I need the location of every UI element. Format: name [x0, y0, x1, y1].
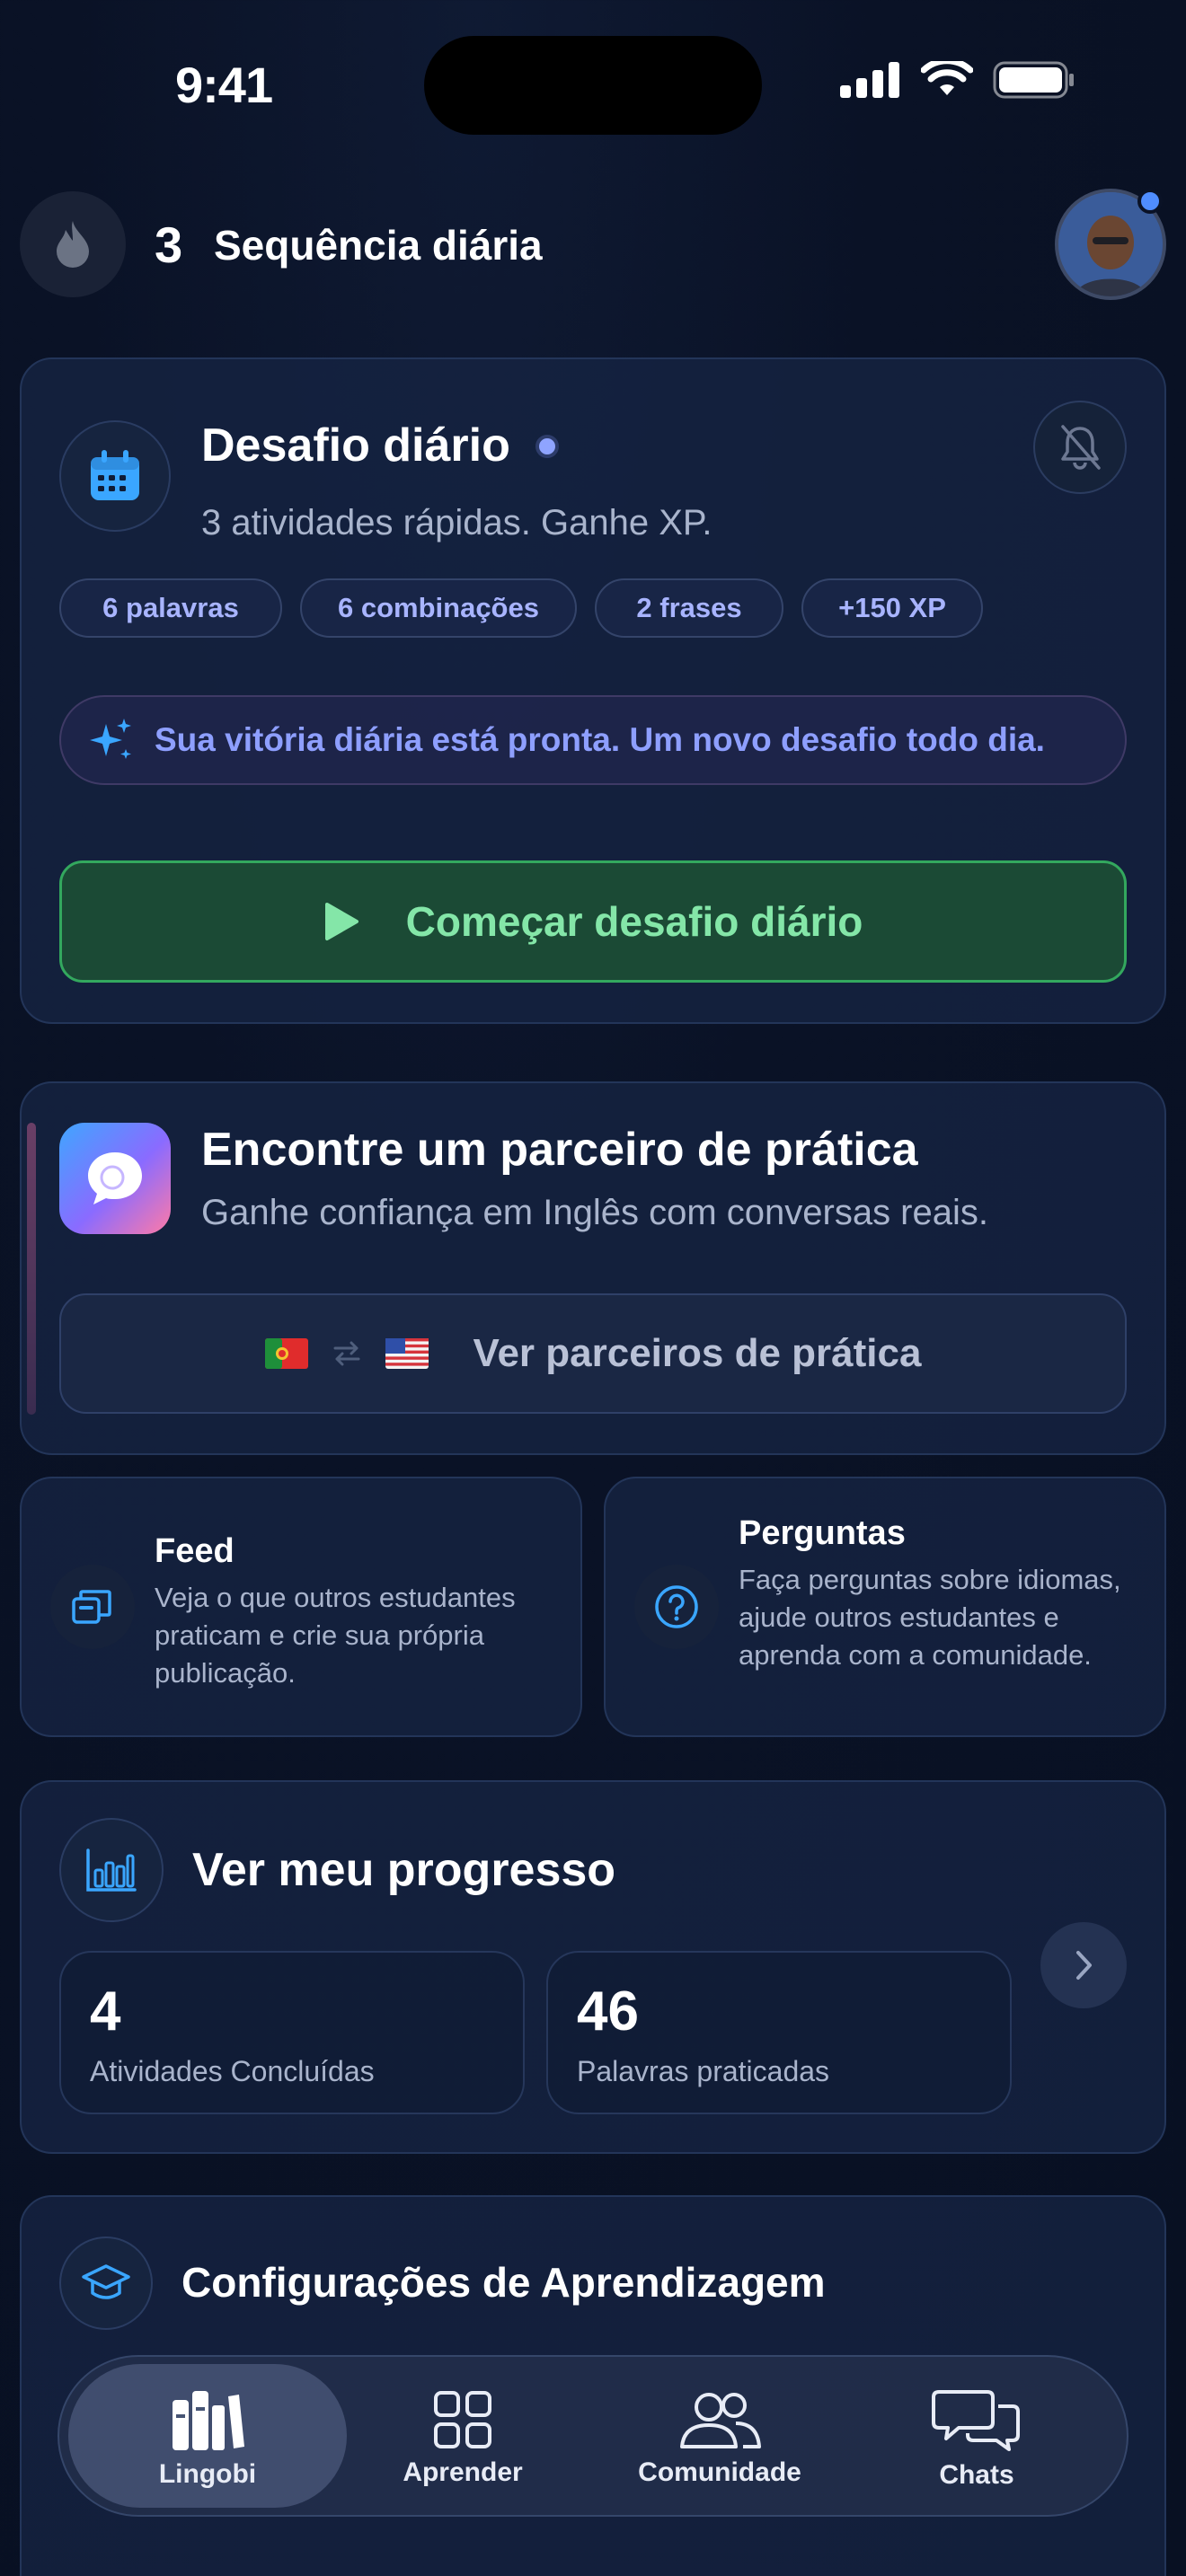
- tab-lingobi-label: Lingobi: [158, 2459, 257, 2489]
- wifi-icon: [921, 61, 973, 95]
- us-flag-icon: [385, 1338, 429, 1369]
- stat-activities-value: 4: [90, 1981, 121, 2042]
- bar-chart-icon: [86, 1848, 137, 1892]
- progress-icon-badge: [59, 1818, 164, 1922]
- chat-bubbles-icon: [932, 2390, 1020, 2451]
- notification-dot: [1137, 189, 1163, 214]
- practice-partner-title: Encontre um parceiro de prática: [201, 1124, 918, 1176]
- bell-off-icon: [1061, 425, 1101, 470]
- tab-chats-label: Chats: [939, 2460, 1014, 2490]
- swap-arrows-icon: [333, 1341, 360, 1366]
- feed-description: Veja o que outros estudantes praticam e …: [155, 1582, 516, 1689]
- streak-button[interactable]: [20, 191, 126, 297]
- speech-bubble-icon: [88, 1152, 142, 1204]
- stacked-cards-icon: [72, 1590, 111, 1624]
- challenge-pills: 6 palavras 6 combinações 2 frases +150 X…: [59, 578, 983, 638]
- library-icon: [173, 2391, 244, 2450]
- tab-aprender-label: Aprender: [403, 2457, 523, 2487]
- pill-words: 6 palavras: [59, 578, 282, 638]
- calendar-icon: [91, 450, 139, 500]
- pill-phrases: 2 frases: [595, 578, 783, 638]
- feed-icon-badge: [50, 1565, 135, 1649]
- status-dot: [535, 435, 559, 458]
- progress-title: Ver meu progresso: [192, 1844, 616, 1896]
- stat-words-value: 46: [577, 1981, 639, 2042]
- graduation-cap-icon: [82, 2264, 130, 2299]
- tab-comunidade[interactable]: Comunidade: [598, 2371, 841, 2506]
- learning-settings-title: Configurações de Aprendizagem: [181, 2259, 826, 2306]
- stat-words: 46 Palavras praticadas: [546, 1951, 1012, 2114]
- status-icons: [840, 61, 1075, 99]
- feed-title: Feed: [155, 1532, 235, 1570]
- portugal-flag-icon: [264, 1338, 308, 1369]
- progress-next-button[interactable]: [1040, 1922, 1127, 2008]
- view-partners-button[interactable]: Ver parceiros de prática: [59, 1293, 1127, 1414]
- daily-challenge-title: Desafio diário: [201, 419, 510, 472]
- settings-icon-badge: [59, 2236, 153, 2330]
- stat-activities: 4 Atividades Concluídas: [59, 1951, 525, 2114]
- streak-count: 3: [155, 216, 183, 273]
- practice-partner-subtitle: Ganhe confiança em Inglês com conversas …: [201, 1193, 988, 1232]
- daily-challenge-subtitle: 3 atividades rápidas. Ganhe XP.: [201, 503, 712, 543]
- tab-comunidade-label: Comunidade: [638, 2457, 801, 2487]
- start-daily-challenge-label: Começar desafio diário: [405, 898, 863, 945]
- play-icon: [324, 903, 358, 940]
- chat-app-icon: [59, 1123, 171, 1234]
- view-partners-label: Ver parceiros de prática: [473, 1331, 922, 1375]
- notifications-toggle[interactable]: [1033, 401, 1127, 494]
- signal-icon: [840, 62, 899, 98]
- streak-label: Sequência diária: [214, 222, 543, 269]
- dynamic-island: [424, 36, 762, 135]
- flame-icon: [57, 221, 89, 268]
- grid-icon: [434, 2391, 491, 2448]
- sparkles-icon: [90, 719, 131, 759]
- daily-win-banner: Sua vitória diária está pronta. Um novo …: [59, 695, 1127, 785]
- stat-activities-label: Atividades Concluídas: [90, 2055, 375, 2087]
- tab-lingobi[interactable]: Lingobi: [86, 2371, 329, 2506]
- questions-description: Faça perguntas sobre idiomas, ajude outr…: [739, 1564, 1121, 1671]
- stat-words-label: Palavras praticadas: [577, 2055, 830, 2087]
- start-daily-challenge-button[interactable]: Começar desafio diário: [59, 860, 1127, 983]
- chevron-right-icon: [1076, 1951, 1092, 1980]
- calendar-icon-badge: [59, 420, 171, 532]
- tab-chats[interactable]: Chats: [855, 2371, 1098, 2506]
- daily-win-text: Sua vitória diária está pronta. Um novo …: [155, 721, 1045, 758]
- pill-matches: 6 combinações: [300, 578, 577, 638]
- accent-bar: [27, 1123, 36, 1415]
- pill-xp: +150 XP: [801, 578, 983, 638]
- status-time: 9:41: [175, 57, 273, 113]
- questions-title: Perguntas: [739, 1514, 906, 1552]
- question-circle-icon: [655, 1585, 698, 1628]
- tab-aprender[interactable]: Aprender: [341, 2371, 584, 2506]
- people-icon: [680, 2393, 761, 2448]
- battery-icon: [993, 61, 1074, 99]
- questions-icon-badge: [634, 1565, 719, 1649]
